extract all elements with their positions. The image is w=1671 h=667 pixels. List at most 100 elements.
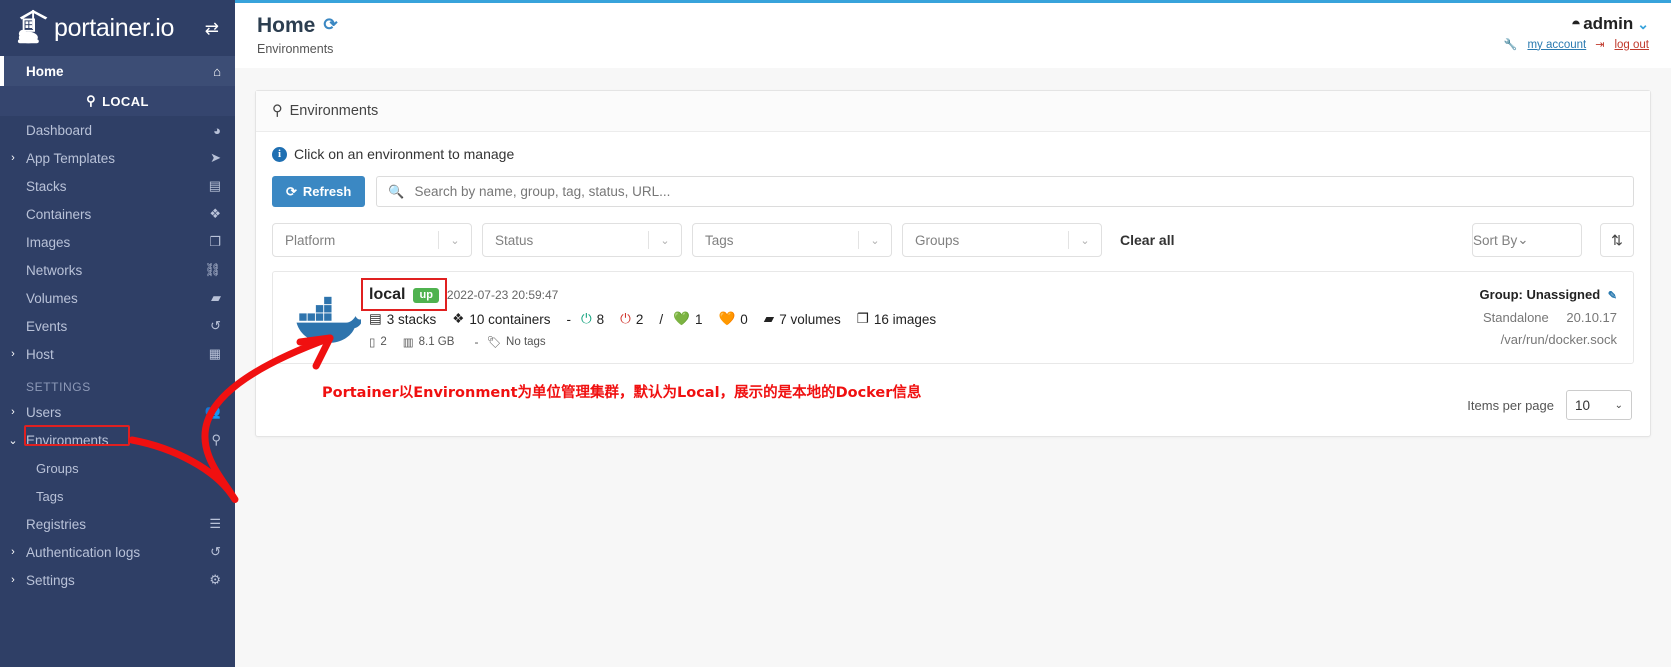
images-icon: ❐	[209, 234, 221, 249]
stat-stacks-value: 3 stacks	[386, 311, 437, 327]
panel-title: Environments	[289, 103, 379, 119]
log-out-link[interactable]: log out	[1614, 39, 1649, 51]
sidebar-item-authentication-logs[interactable]: › Authentication logs ↺	[0, 538, 235, 566]
sidebar-item-label: Images	[26, 234, 71, 250]
sidebar-item-users[interactable]: › Users 👥	[0, 398, 235, 426]
sidebar-item-environments[interactable]: ⌄ Environments ⚲	[0, 426, 235, 454]
stat-memory: ▥ 8.1 GB	[403, 335, 455, 349]
sidebar-item-volumes[interactable]: Volumes ▰	[0, 284, 235, 312]
sidebar-item-networks[interactable]: Networks ⛓	[0, 256, 235, 284]
sub-dash: -	[474, 335, 479, 349]
portainer-whale-crane-logo-icon	[17, 9, 48, 44]
environment-type-row: Standalone 20.10.17	[1367, 310, 1617, 325]
sidebar-toggle-icon[interactable]: ⇄	[205, 20, 221, 37]
volumes-icon: ▰	[211, 290, 221, 305]
sidebar-item-label: Containers	[26, 206, 92, 222]
sidebar-item-app-templates[interactable]: › App Templates ➤	[0, 144, 235, 172]
sidebar-item-images[interactable]: Images ❐	[0, 228, 235, 256]
containers-icon: ❖	[452, 311, 465, 326]
page-header-right: ◓ admin ⌄ 🔧 my account ⇥ log out	[1504, 14, 1649, 51]
sidebar-item-containers[interactable]: Containers ❖	[0, 200, 235, 228]
rocket-icon: ➤	[210, 150, 221, 165]
sidebar-item-settings[interactable]: › Settings ⚙	[0, 566, 235, 594]
expand-caret-icon: ›	[11, 574, 15, 586]
power-off-icon: ⏻	[620, 311, 631, 326]
chevron-down-icon: ⌄	[1614, 399, 1623, 411]
status-filter[interactable]: Status ⌄	[482, 223, 682, 257]
chevron-down-icon: ⌄	[450, 234, 460, 247]
filter-label: Tags	[705, 232, 734, 248]
user-circle-icon: ◓	[1570, 14, 1582, 33]
memory-icon: ▥	[402, 337, 414, 349]
environment-card-local[interactable]: local up 2022-07-23 20:59:47 ▤ 3 stacks	[272, 271, 1634, 364]
stat-images: ❐ 16 images	[857, 311, 936, 327]
users-icon: 👥	[204, 404, 221, 419]
environment-name: local	[369, 286, 406, 303]
sidebar-item-host[interactable]: › Host ▦	[0, 340, 235, 368]
search-row: ⟳ Refresh 🔍	[272, 176, 1634, 207]
sidebar-logo-row: portainer.io ⇄	[0, 0, 235, 56]
clear-all-button[interactable]: Clear all	[1120, 232, 1174, 248]
stat-volumes: ▰ 7 volumes	[764, 311, 841, 327]
breadcrumb: Environments	[257, 42, 334, 57]
expand-caret-icon: ›	[11, 152, 15, 164]
page-title-text: Home	[257, 14, 316, 37]
sort-by-label: Sort By	[1473, 232, 1518, 248]
expand-caret-icon: ⌄	[8, 434, 18, 447]
refresh-button-label: Refresh	[302, 184, 352, 199]
sidebar-item-stacks[interactable]: Stacks ▤	[0, 172, 235, 200]
filter-label: Platform	[285, 232, 336, 248]
my-account-link[interactable]: my account	[1527, 39, 1586, 51]
wrench-icon: 🔧	[1503, 39, 1518, 51]
volumes-icon: ▰	[763, 311, 775, 326]
plug-icon: ⚲	[272, 103, 283, 119]
environment-subinfo: ▯ 2 ▥ 8.1 GB - 🏷 No tags	[369, 335, 1367, 349]
sidebar-item-label-home: Home	[26, 63, 64, 79]
sidebar-item-label: Environments	[26, 432, 109, 448]
search-icon: 🔍	[388, 183, 405, 199]
tags-filter[interactable]: Tags ⌄	[692, 223, 892, 257]
dashboard-icon: ◕	[213, 122, 221, 138]
page-header-left: Home ⟳ Environments	[257, 14, 338, 56]
sidebar-item-tags[interactable]: Tags	[0, 482, 235, 510]
stat-healthy: 💚 1	[673, 311, 702, 327]
search-box[interactable]: 🔍	[376, 176, 1634, 207]
heart-healthy-icon: 💚	[673, 311, 690, 326]
sidebar: portainer.io ⇄ Home ⌂ ⚲ LOCAL Dashboard ◕…	[0, 0, 235, 667]
stat-memory-value: 8.1 GB	[418, 336, 455, 348]
search-input[interactable]	[412, 183, 1622, 200]
sidebar-item-label: Groups	[36, 460, 79, 476]
groups-filter[interactable]: Groups ⌄	[902, 223, 1102, 257]
hint-row: i Click on an environment to manage	[272, 146, 1634, 162]
stat-stopped: ⏻ 2	[620, 311, 643, 327]
stat-running-value: 8	[596, 311, 605, 327]
sort-by-select[interactable]: Sort By ⌄	[1472, 223, 1582, 257]
environment-meta: Group: Unassigned ✎ Standalone 20.10.17 …	[1367, 286, 1617, 349]
sidebar-item-label: Volumes	[26, 290, 78, 306]
platform-filter[interactable]: Platform ⌄	[272, 223, 472, 257]
sidebar-item-registries[interactable]: Registries ☰	[0, 510, 235, 538]
environment-type: Standalone	[1482, 309, 1549, 325]
user-menu[interactable]: ◓ admin ⌄	[1504, 14, 1649, 34]
environment-stats: ▤ 3 stacks ❖ 10 containers - ⏻ 8 ⏻ 2 / 💚…	[369, 311, 1367, 327]
filter-selects: Platform ⌄ Status ⌄ Tags ⌄ Groups ⌄	[272, 223, 1102, 257]
filter-label: Status	[495, 232, 534, 248]
sidebar-item-label: Users	[26, 404, 62, 420]
environment-info: local up 2022-07-23 20:59:47 ▤ 3 stacks	[361, 278, 1367, 349]
sidebar-item-events[interactable]: Events ↺	[0, 312, 235, 340]
sidebar-item-dashboard[interactable]: Dashboard ◕	[0, 116, 235, 144]
sidebar-item-groups[interactable]: Groups	[0, 454, 235, 482]
stat-containers: ❖ 10 containers	[452, 311, 550, 327]
sidebar-item-home[interactable]: Home ⌂	[0, 56, 235, 86]
sort-direction-button[interactable]: ⇅	[1600, 223, 1634, 257]
refresh-button[interactable]: ⟳ Refresh	[272, 176, 366, 207]
refresh-icon[interactable]: ⟳	[323, 16, 337, 35]
sidebar-local-band: ⚲ LOCAL	[0, 86, 235, 116]
brand-logo[interactable]: portainer.io	[16, 8, 174, 48]
pencil-edit-icon[interactable]: ✎	[1608, 290, 1617, 302]
items-per-page-select[interactable]: 10 ⌄	[1566, 390, 1632, 420]
page-header: Home ⟳ Environments ◓ admin ⌄ 🔧 my accou…	[235, 3, 1671, 68]
stacks-icon: ▤	[369, 311, 382, 326]
environment-version: 20.10.17	[1566, 309, 1617, 325]
chevron-down-icon: ⌄	[1080, 234, 1090, 247]
